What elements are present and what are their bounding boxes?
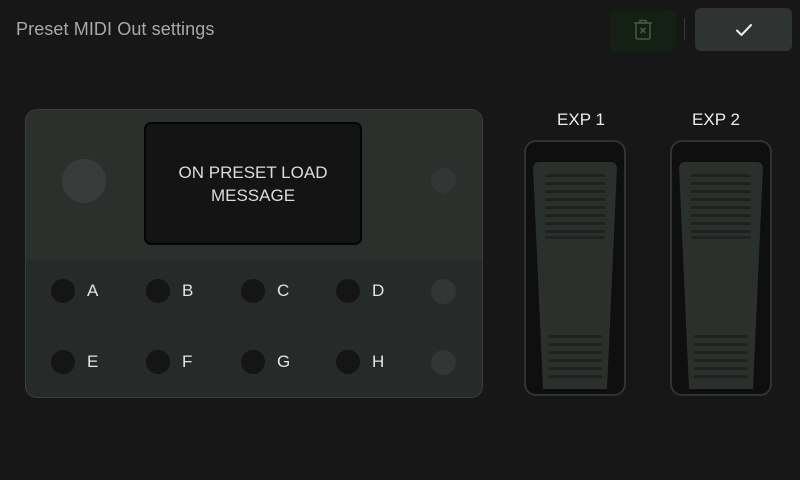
footswitch-b[interactable]: B	[146, 279, 193, 303]
footswitch-led	[336, 350, 360, 374]
footswitch-h[interactable]: H	[336, 350, 384, 374]
footswitch-led	[241, 279, 265, 303]
small-knob[interactable]	[431, 168, 456, 193]
row2-extra-knob[interactable]	[431, 350, 456, 375]
footswitch-led	[146, 350, 170, 374]
device-screen[interactable]: ON PRESET LOAD MESSAGE	[144, 122, 362, 245]
footswitch-led	[241, 350, 265, 374]
confirm-button[interactable]	[695, 8, 792, 51]
screen-message: ON PRESET LOAD MESSAGE	[178, 162, 328, 205]
footswitch-led	[146, 279, 170, 303]
pedal-surface	[679, 162, 763, 389]
footswitch-f[interactable]: F	[146, 350, 192, 374]
footswitch-label: A	[87, 281, 99, 300]
pedal-surface	[533, 162, 617, 389]
controller-device: ON PRESET LOAD MESSAGE A B C D E F G H	[25, 109, 483, 398]
checkmark-icon	[735, 23, 752, 36]
footswitch-label: E	[87, 352, 99, 371]
delete-button[interactable]	[610, 9, 676, 51]
trash-x-icon	[634, 19, 652, 40]
footswitch-a[interactable]: A	[51, 279, 98, 303]
row1-extra-knob[interactable]	[431, 279, 456, 304]
footswitch-g[interactable]: G	[241, 350, 290, 374]
exp1-label: EXP 1	[557, 110, 605, 129]
footswitch-label: H	[372, 352, 385, 371]
footswitch-led	[51, 350, 75, 374]
footswitch-c[interactable]: C	[241, 279, 289, 303]
footswitch-e[interactable]: E	[51, 350, 98, 374]
top-bar: Preset MIDI Out settings	[0, 0, 800, 60]
footswitch-label: C	[277, 281, 290, 300]
exp1-pedal[interactable]	[524, 140, 626, 396]
footswitch-label: B	[182, 281, 194, 300]
footswitch-label: G	[277, 352, 291, 371]
footswitch-label: F	[182, 352, 193, 371]
footswitch-led	[51, 279, 75, 303]
footswitch-led	[336, 279, 360, 303]
exp2-pedal[interactable]	[670, 140, 772, 396]
main-knob[interactable]	[62, 159, 106, 203]
toolbar-divider	[684, 18, 685, 40]
exp2-label: EXP 2	[692, 110, 740, 129]
page-title: Preset MIDI Out settings	[16, 19, 215, 39]
footswitch-d[interactable]: D	[336, 279, 384, 303]
footswitch-label: D	[372, 281, 385, 300]
